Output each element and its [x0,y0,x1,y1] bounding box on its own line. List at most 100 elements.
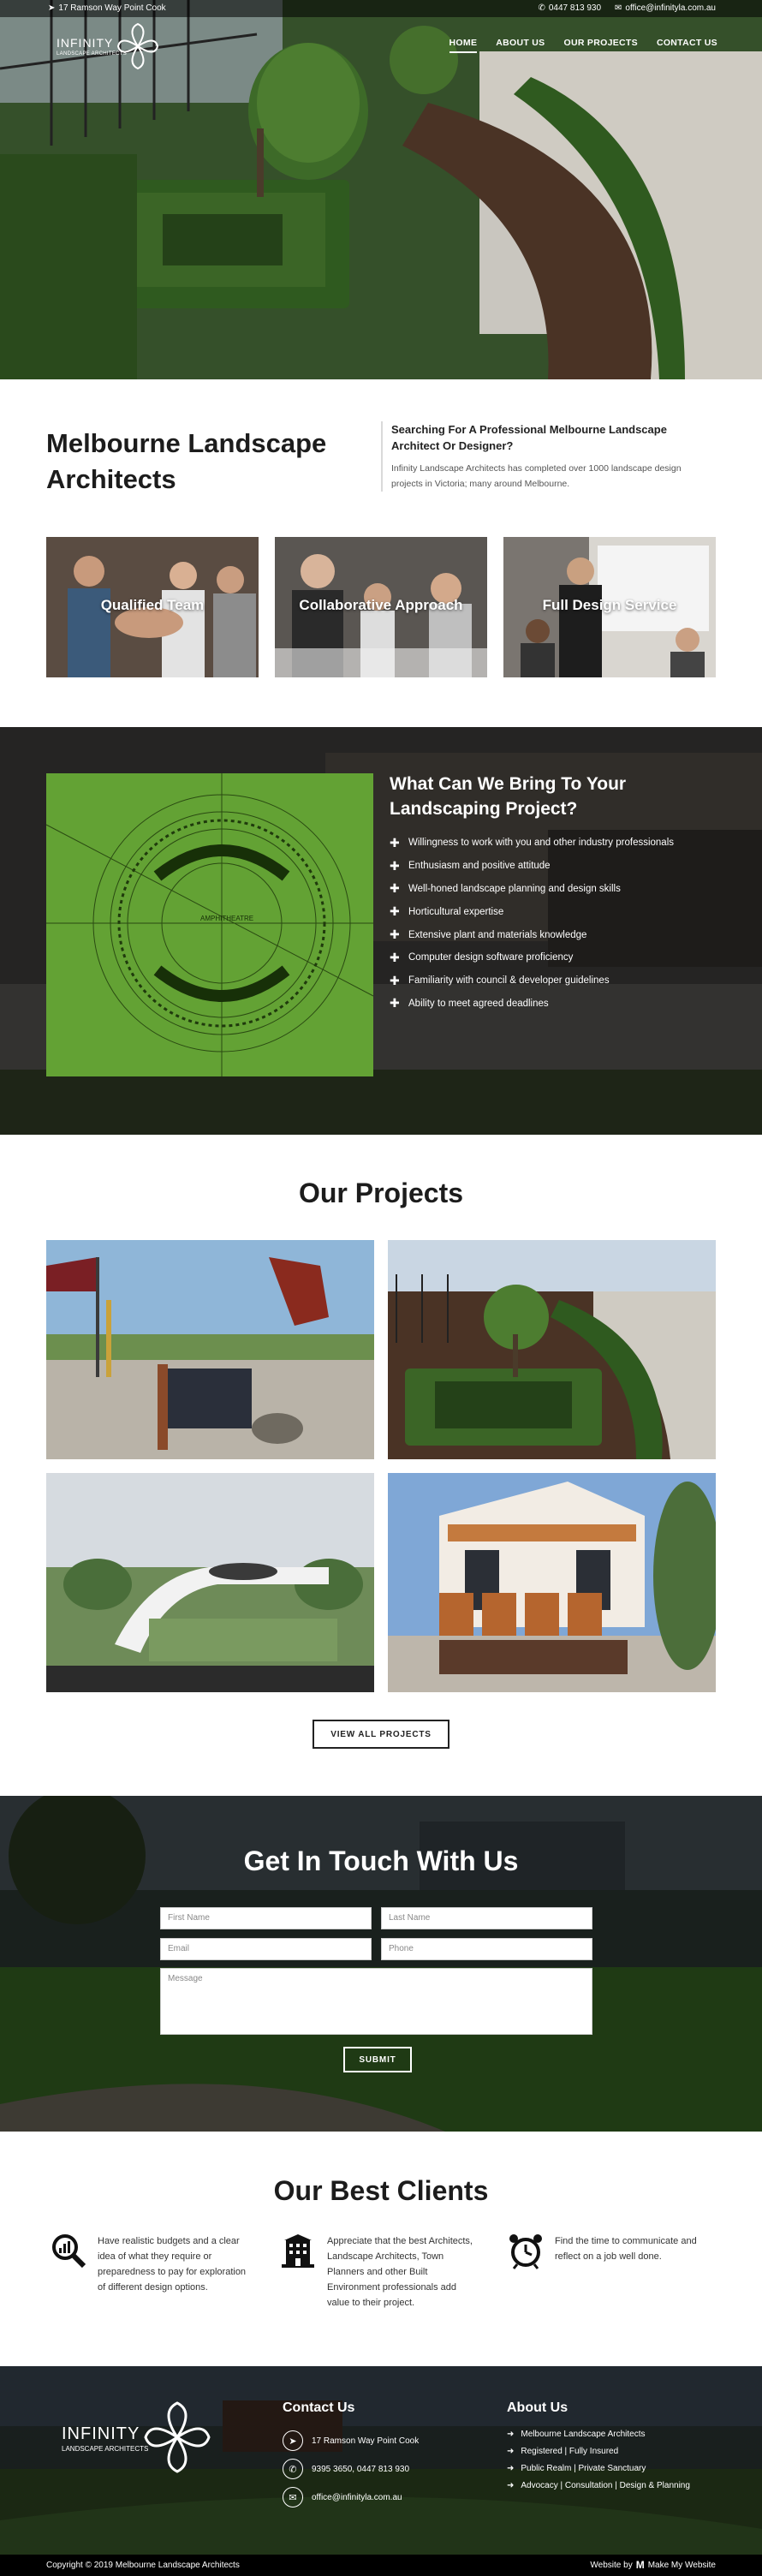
client-point-text: Have realistic budgets and a clear idea … [98,2236,247,2293]
plus-icon: ✚ [390,927,400,942]
list-item-text: Extensive plant and materials knowledge [408,929,587,940]
services-title: What Can We Bring To Your Landscaping Pr… [390,774,627,819]
card-full-design-service[interactable]: Full Design Service [503,537,716,677]
list-item-text: Well-honed landscape planning and design… [408,883,621,894]
intro-text: Searching For A Professional Melbourne L… [381,421,715,492]
list-item: ➜ Advocacy | Consultation | Design & Plan… [507,2477,690,2494]
project-tile-building[interactable] [46,1473,374,1692]
credit-name: Make My Website [647,2560,716,2570]
location-icon: ➤ [48,3,56,13]
phone-field[interactable]: Phone [381,1938,592,1960]
intro-title: Melbourne Landscape Architects [46,428,327,494]
message-field[interactable]: Message [160,1968,592,2035]
list-item: ✚ Well-honed landscape planning and desig… [390,878,732,901]
site-logo[interactable]: INFINITY LANDSCAPE ARCHITECTS [57,22,159,70]
website-credit[interactable]: Website by M Make My Website [590,2559,716,2571]
clients-title: Our Best Clients [273,2175,489,2206]
footer: INFINITY LANDSCAPE ARCHITECTS Contact Us… [0,2366,762,2576]
list-item-text: Computer design software proficiency [408,952,574,963]
footer-address-text: 17 Ramson Way Point Cook [312,2436,420,2446]
list-item: ✚ Computer design software proficiency [390,946,732,969]
list-item-text: Melbourne Landscape Architects [521,2429,646,2439]
plan-label: AMPHITHEATRE [200,915,253,922]
footer-about-title: About Us [507,2400,569,2415]
mail-icon: ✉ [283,2487,303,2507]
copyright-bar: Copyright © 2019 Melbourne Landscape Arc… [0,2555,762,2576]
project-tile-house[interactable] [388,1473,716,1692]
logo-tagline: LANDSCAPE ARCHITECTS [57,51,128,57]
topbar-email-text: office@infinityla.com.au [625,3,716,13]
view-all-projects-button[interactable]: VIEW ALL PROJECTS [313,1720,449,1749]
list-item: ➜ Melbourne Landscape Architects [507,2425,690,2442]
nav-about-us[interactable]: ABOUT US [496,38,545,53]
topbar-email[interactable]: ✉ office@infinityla.com.au [615,3,716,13]
list-item: ✚ Willingness to work with you and other … [390,832,732,855]
intro-subtitle: Searching For A Professional Melbourne L… [391,423,667,452]
location-icon: ➤ [283,2430,303,2451]
list-item-text: Registered | Fully Insured [521,2446,619,2456]
footer-phone[interactable]: ✆ 9395 3650, 0447 813 930 [283,2459,409,2479]
first-name-field[interactable]: First Name [160,1907,372,1929]
list-item: ➜ Registered | Fully Insured [507,2442,690,2460]
list-item: ➜ Public Realm | Private Sanctuary [507,2460,690,2477]
last-name-field[interactable]: Last Name [381,1907,592,1929]
project-tile-hedge[interactable] [388,1240,716,1459]
card-label: Collaborative Approach [299,597,463,613]
hero-banner: ➤ 17 Ramson Way Point Cook ✆ 0447 813 930… [0,0,762,379]
feature-cards: Qualified Team Collaborative Approach Fu… [46,537,716,677]
arrow-icon: ➜ [507,2480,515,2490]
credit-prefix: Website by [590,2560,633,2570]
landscape-plan-image: AMPHITHEATRE [46,773,373,1076]
list-item: ✚ Enthusiasm and positive attitude [390,855,732,878]
plus-icon: ✚ [390,996,400,1011]
mmw-logo-icon: M [635,2559,645,2571]
main-nav: HOME ABOUT US OUR PROJECTS CONTACT US [449,38,717,53]
footer-logo-name: INFINITY [62,2424,140,2443]
plus-icon: ✚ [390,973,400,987]
mail-icon: ✉ [615,3,622,13]
footer-phone-text: 9395 3650, 0447 813 930 [312,2464,409,2474]
project-tile-park[interactable] [46,1240,374,1459]
client-point-text: Find the time to communicate and reflect… [555,2236,697,2262]
topbar-phone-text: 0447 813 930 [548,3,602,13]
plus-icon: ✚ [390,858,400,873]
list-item: ✚ Familiarity with council & developer gu… [390,969,732,993]
arrow-icon: ➜ [507,2429,515,2439]
project-building-render-image [46,1473,374,1692]
nav-our-projects[interactable]: OUR PROJECTS [563,38,637,53]
phone-icon: ✆ [283,2459,303,2479]
phone-icon: ✆ [538,3,545,13]
project-hedge-image [388,1240,716,1459]
list-item-text: Enthusiasm and positive attitude [408,861,551,872]
plus-icon: ✚ [390,904,400,919]
topbar-phone[interactable]: ✆ 0447 813 930 [538,3,601,13]
footer-about-list: ➜ Melbourne Landscape Architects ➜ Registe… [507,2425,690,2494]
list-item: ✚ Extensive plant and materials knowledge [390,923,732,946]
email-field[interactable]: Email [160,1938,372,1960]
building-icon [282,2234,314,2268]
plus-icon: ✚ [390,835,400,850]
card-qualified-team[interactable]: Qualified Team [46,537,259,677]
card-collaborative-approach[interactable]: Collaborative Approach [275,537,487,677]
plus-icon: ✚ [390,950,400,964]
nav-home[interactable]: HOME [449,38,478,53]
client-point-text: Appreciate that the best Architects, Lan… [327,2236,473,2308]
list-item-text: Advocacy | Consultation | Design & Plann… [521,2480,690,2490]
copyright-text: Copyright © 2019 Melbourne Landscape Arc… [46,2561,240,2570]
logo-name: INFINITY [57,36,114,50]
footer-address: ➤ 17 Ramson Way Point Cook [283,2430,419,2451]
magnifier-chart-icon [52,2234,86,2269]
footer-email[interactable]: ✉ office@infinityla.com.au [283,2487,402,2507]
list-item: ✚ Ability to meet agreed deadlines [390,993,732,1016]
list-item-text: Willingness to work with you and other i… [408,838,675,849]
topbar-address-text: 17 Ramson Way Point Cook [58,3,166,13]
list-item-text: Horticultural expertise [408,906,504,917]
footer-logo[interactable]: INFINITY LANDSCAPE ARCHITECTS [62,2399,224,2476]
list-item-text: Public Realm | Private Sanctuary [521,2463,646,2473]
submit-button[interactable]: SUBMIT [343,2047,412,2072]
topbar-address: ➤ 17 Ramson Way Point Cook [48,3,166,13]
footer-logo-tagline: LANDSCAPE ARCHITECTS [62,2445,149,2453]
footer-contact-title: Contact Us [283,2400,355,2415]
nav-contact-us[interactable]: CONTACT US [657,38,717,53]
card-label: Qualified Team [100,597,205,613]
